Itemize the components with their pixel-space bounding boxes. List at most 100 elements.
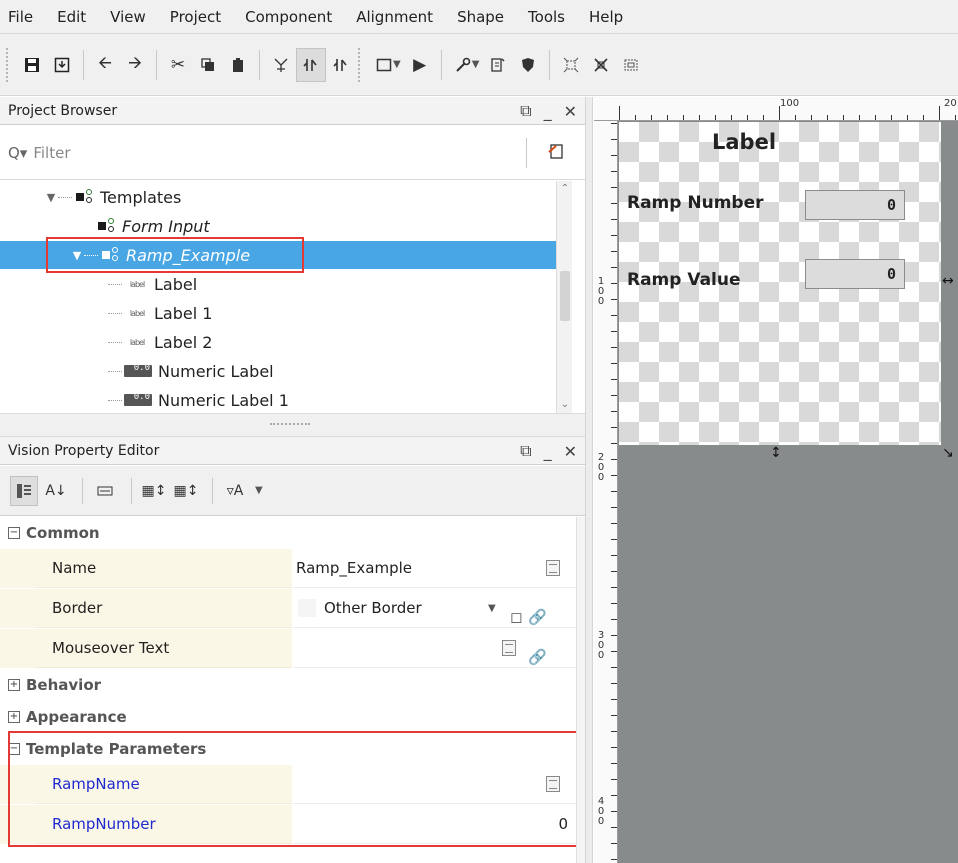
edit-text-icon[interactable]: [546, 776, 560, 792]
property-mouseover-row[interactable]: Mouseover Text 🔗: [0, 629, 585, 668]
panel-splitter[interactable]: [0, 413, 585, 437]
minimize-icon[interactable]: _: [544, 442, 552, 461]
template-canvas[interactable]: Label Ramp Number 0 Ramp Value 0: [619, 122, 941, 445]
menu-alignment[interactable]: Alignment: [344, 0, 445, 34]
tree-item-ramp-example[interactable]: ▼ Ramp_Example: [0, 241, 571, 269]
edit-text-icon[interactable]: [546, 560, 560, 576]
menu-component[interactable]: Component: [233, 0, 344, 34]
menu-shape[interactable]: Shape: [445, 0, 516, 34]
property-rampnumber-row[interactable]: RampNumber 0: [0, 805, 585, 844]
filter-input[interactable]: Q▾ Filter: [8, 136, 526, 170]
property-scrollbar[interactable]: [576, 517, 585, 863]
category-behavior[interactable]: + Behavior: [0, 669, 585, 700]
ruler-tick: [611, 507, 617, 508]
edit-text-icon[interactable]: [502, 640, 516, 656]
move-icon[interactable]: [326, 48, 356, 82]
sort-alpha-icon[interactable]: A↓: [42, 476, 70, 506]
copy-icon[interactable]: [193, 48, 223, 82]
snap-icon[interactable]: [266, 48, 296, 82]
collapse-icon[interactable]: −: [8, 742, 20, 755]
collapse-icon[interactable]: −: [8, 526, 20, 539]
menu-edit[interactable]: Edit: [45, 0, 98, 34]
ramp-value-label[interactable]: Ramp Value: [627, 270, 741, 290]
filter-properties-icon[interactable]: ▿A: [221, 476, 249, 506]
resize-handle-corner-icon[interactable]: ↘: [942, 445, 954, 461]
menu-help[interactable]: Help: [577, 0, 635, 34]
save-icon[interactable]: [17, 48, 47, 82]
property-rampnumber-value[interactable]: 0: [294, 805, 576, 844]
menu-project[interactable]: Project: [158, 0, 233, 34]
resize-handle-bottom-icon[interactable]: ↕: [770, 445, 782, 461]
vertical-splitter[interactable]: [585, 97, 593, 863]
close-icon[interactable]: ✕: [564, 442, 577, 461]
tree-item-templates[interactable]: ▼ Templates: [0, 183, 571, 211]
expand-triangle-icon[interactable]: ▼: [70, 249, 84, 262]
paste-icon[interactable]: [223, 48, 253, 82]
property-rampname-value[interactable]: [294, 765, 576, 804]
restore-icon[interactable]: ⧉: [520, 441, 531, 461]
filter-dropdown-icon[interactable]: ▼: [255, 485, 263, 496]
property-border-row[interactable]: Border Other Border ▼ ◻ 🔗: [0, 589, 585, 628]
minimize-icon[interactable]: _: [544, 102, 552, 121]
group-icon[interactable]: [586, 48, 616, 82]
cut-icon[interactable]: ✂: [163, 48, 193, 82]
tree-item-label-1[interactable]: label Label 1: [0, 299, 571, 327]
tree-item-numeric-label[interactable]: Numeric Label: [0, 357, 571, 385]
ruler-tick: [611, 251, 617, 252]
menu-view[interactable]: View: [98, 0, 158, 34]
publish-icon[interactable]: [483, 48, 513, 82]
play-icon[interactable]: ▶: [405, 48, 435, 82]
expand-icon[interactable]: +: [8, 710, 20, 723]
title-label[interactable]: Label: [712, 130, 776, 154]
category-common[interactable]: − Common: [0, 517, 585, 548]
ramp-value-field[interactable]: 0: [805, 259, 905, 289]
resize-handle-right-icon[interactable]: ↔: [942, 273, 954, 289]
toolbar-grip[interactable]: [6, 47, 11, 82]
security-icon[interactable]: [513, 48, 543, 82]
template-icon: [96, 217, 118, 235]
tree-scrollbar[interactable]: ⌃ ⌄: [556, 181, 572, 413]
property-mouseover-value[interactable]: 🔗: [294, 629, 576, 668]
scroll-thumb[interactable]: [560, 271, 570, 321]
ungroup-icon[interactable]: [616, 48, 646, 82]
property-editor-toolbar: A↓ ▦↕ ▦↕ ▿A ▼: [0, 466, 585, 516]
expand-all-icon[interactable]: ▦↕: [140, 476, 168, 506]
tree-item-label-2[interactable]: label Label 2: [0, 328, 571, 356]
description-icon[interactable]: [91, 476, 119, 506]
categorized-view-icon[interactable]: [10, 475, 38, 506]
toolbar-grip[interactable]: [358, 47, 363, 82]
save-all-icon[interactable]: [47, 48, 77, 82]
dropdown-arrow-icon[interactable]: ▼: [488, 589, 496, 628]
category-template-parameters[interactable]: − Template Parameters: [0, 733, 585, 764]
alignment-icon[interactable]: [556, 48, 586, 82]
link-with-editor-icon[interactable]: [545, 142, 567, 164]
expand-triangle-icon[interactable]: ▼: [44, 191, 58, 204]
restore-icon[interactable]: ⧉: [520, 101, 531, 121]
ramp-number-label[interactable]: Ramp Number: [627, 193, 764, 213]
menu-tools[interactable]: Tools: [516, 0, 577, 34]
tree-item-numeric-label-1[interactable]: Numeric Label 1: [0, 386, 571, 413]
property-border-value[interactable]: Other Border ▼ ◻ 🔗: [294, 589, 576, 628]
tree-item-label-0[interactable]: label Label: [0, 270, 571, 298]
redo-icon[interactable]: 🡪: [120, 48, 150, 82]
property-rampname-row[interactable]: RampName: [0, 765, 585, 804]
ramp-number-field[interactable]: 0: [805, 190, 905, 220]
collapse-all-icon[interactable]: ▦↕: [172, 476, 200, 506]
search-icon[interactable]: Q▾: [8, 144, 27, 162]
undo-icon[interactable]: 🡨: [90, 48, 120, 82]
ruler-tick: [619, 106, 620, 120]
tree-item-form-input[interactable]: Form Input: [0, 212, 571, 240]
property-name-row[interactable]: Name Ramp_Example: [0, 549, 585, 588]
expand-icon[interactable]: +: [8, 678, 20, 691]
property-name-value[interactable]: Ramp_Example: [294, 549, 576, 588]
layout-mode-icon[interactable]: [296, 47, 326, 82]
menu-file[interactable]: File: [0, 0, 45, 34]
designer-workspace[interactable]: 100 20 1 0 0 2 0 0 3 0 0 4 0 0 Label Ram…: [594, 97, 958, 863]
scroll-up-icon[interactable]: ⌃: [557, 181, 573, 197]
scroll-down-icon[interactable]: ⌄: [557, 397, 573, 413]
property-name-label: Name: [36, 549, 292, 588]
close-icon[interactable]: ✕: [564, 102, 577, 121]
category-appearance[interactable]: + Appearance: [0, 701, 585, 732]
window-dropdown-icon[interactable]: ▼: [393, 59, 401, 70]
wrench-dropdown-icon[interactable]: ▼: [472, 59, 480, 70]
